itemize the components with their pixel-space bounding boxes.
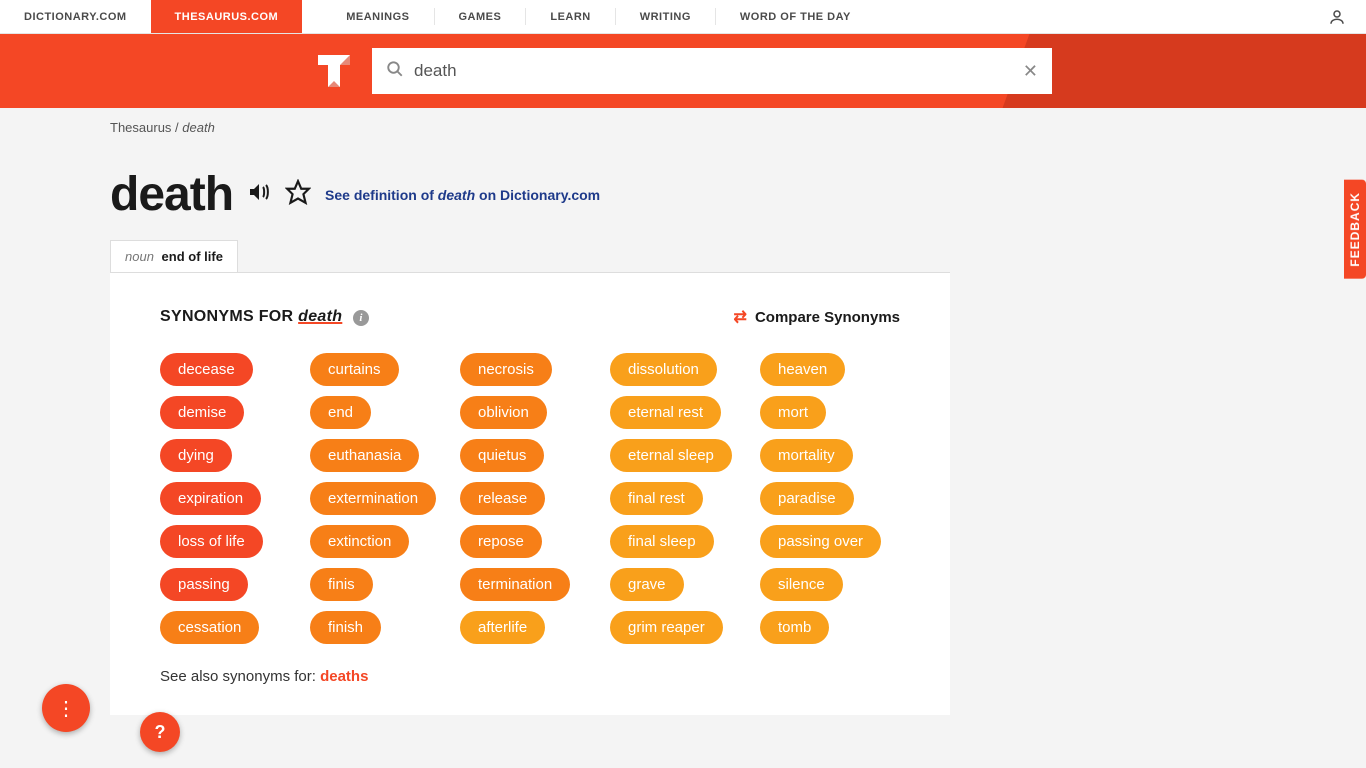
see-also-link[interactable]: deaths [320, 668, 368, 685]
synonym-pill[interactable]: final sleep [610, 525, 714, 558]
user-icon[interactable] [1308, 0, 1366, 33]
synonym-pill[interactable]: necrosis [460, 353, 552, 386]
swap-icon: ⇄ [734, 307, 747, 327]
breadcrumb: Thesaurus / death [110, 108, 950, 147]
synonym-pill[interactable]: mort [760, 396, 826, 429]
clear-icon[interactable]: ✕ [1023, 61, 1038, 82]
synonym-pill[interactable]: decease [160, 353, 253, 386]
nav-meanings[interactable]: MEANINGS [322, 0, 433, 33]
search-input[interactable] [414, 61, 1023, 81]
star-icon[interactable] [285, 179, 311, 210]
synonym-pill[interactable]: curtains [310, 353, 399, 386]
search-bar: ✕ [0, 34, 1366, 108]
sense-label: end of life [162, 249, 223, 264]
search-box: ✕ [372, 48, 1052, 94]
synonym-pill[interactable]: passing over [760, 525, 881, 558]
feedback-tab[interactable]: FEEDBACK [1344, 180, 1366, 279]
breadcrumb-current: death [182, 120, 215, 135]
synonym-pill[interactable]: oblivion [460, 396, 547, 429]
synonym-pill[interactable]: finis [310, 568, 373, 601]
synonym-pill[interactable]: finish [310, 611, 381, 644]
synonym-pill[interactable]: quietus [460, 439, 544, 472]
definition-link[interactable]: See definition of death on Dictionary.co… [325, 187, 600, 203]
synonym-pill[interactable]: release [460, 482, 545, 515]
nav-writing[interactable]: WRITING [616, 0, 715, 33]
synonym-pill[interactable]: extinction [310, 525, 409, 558]
see-also: See also synonyms for: deaths [160, 668, 900, 685]
nav-wotd[interactable]: WORD OF THE DAY [716, 0, 875, 33]
synonym-pill[interactable]: cessation [160, 611, 259, 644]
synonym-pill[interactable]: euthanasia [310, 439, 419, 472]
compare-synonyms-button[interactable]: ⇄ Compare Synonyms [734, 307, 900, 327]
audio-icon[interactable] [247, 180, 271, 209]
synonym-pill[interactable]: heaven [760, 353, 845, 386]
synonym-pill[interactable]: extermination [310, 482, 436, 515]
synonym-pill[interactable]: dissolution [610, 353, 717, 386]
nav-games[interactable]: GAMES [435, 0, 526, 33]
synonym-pill[interactable]: paradise [760, 482, 854, 515]
pos-label: noun [125, 249, 154, 264]
info-icon[interactable]: i [353, 310, 369, 326]
pos-tab[interactable]: noun end of life [110, 240, 238, 272]
synonym-pill[interactable]: demise [160, 396, 244, 429]
synonym-pill[interactable]: grim reaper [610, 611, 723, 644]
headword-row: death See definition of death on Diction… [110, 167, 950, 222]
synonyms-card: SYNONYMS FOR death i ⇄ Compare Synonyms … [110, 272, 950, 715]
search-icon [386, 60, 404, 83]
synonym-pill[interactable]: loss of life [160, 525, 263, 558]
synonym-pill[interactable]: passing [160, 568, 248, 601]
synonym-pill[interactable]: afterlife [460, 611, 545, 644]
synonym-pill[interactable]: mortality [760, 439, 853, 472]
synonym-pill[interactable]: eternal sleep [610, 439, 732, 472]
synonym-pill[interactable]: silence [760, 568, 843, 601]
synonym-pill[interactable]: repose [460, 525, 542, 558]
synonym-pill[interactable]: expiration [160, 482, 261, 515]
help-fab[interactable]: ? [140, 712, 180, 752]
synonym-pill[interactable]: eternal rest [610, 396, 721, 429]
thesaurus-logo-icon[interactable] [310, 47, 358, 95]
synonym-pill[interactable]: dying [160, 439, 232, 472]
more-options-fab[interactable]: ⋮ [42, 684, 90, 732]
synonym-pill[interactable]: termination [460, 568, 570, 601]
headword: death [110, 167, 233, 222]
synonym-pill[interactable]: end [310, 396, 371, 429]
synonym-pill[interactable]: final rest [610, 482, 703, 515]
nav-learn[interactable]: LEARN [526, 0, 614, 33]
tab-dictionary[interactable]: DICTIONARY.COM [0, 0, 151, 33]
top-nav: DICTIONARY.COM THESAURUS.COM MEANINGS GA… [0, 0, 1366, 34]
synonym-pill[interactable]: grave [610, 568, 684, 601]
synonyms-heading: SYNONYMS FOR death i [160, 308, 369, 326]
synonyms-grid: decease demise dying expiration loss of life… [160, 353, 900, 644]
synonym-pill[interactable]: tomb [760, 611, 829, 644]
breadcrumb-root[interactable]: Thesaurus [110, 120, 171, 135]
tab-thesaurus[interactable]: THESAURUS.COM [151, 0, 303, 33]
